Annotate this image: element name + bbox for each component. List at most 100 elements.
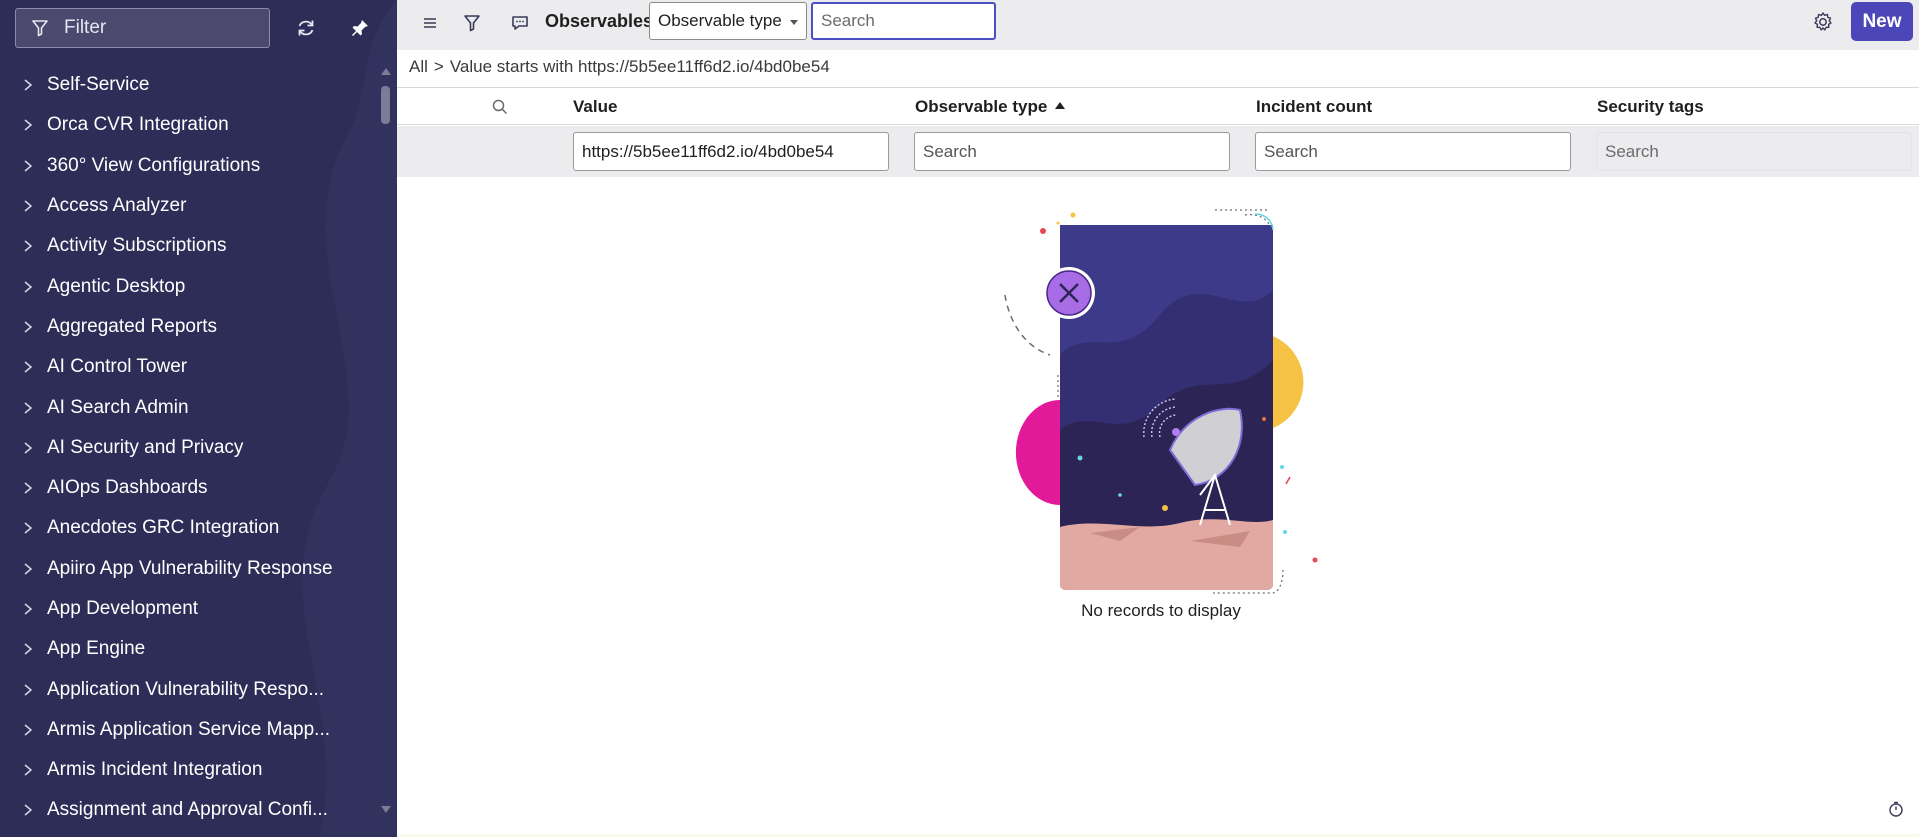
sidebar-scrollbar-thumb[interactable] [381, 86, 390, 124]
sidebar-item-ai-search-admin[interactable]: AI Search Admin [0, 387, 380, 427]
menu-button[interactable] [417, 10, 443, 36]
sidebar-item-label: AIOps Dashboards [47, 477, 208, 499]
chevron-right-icon [24, 724, 33, 736]
empty-state-message: No records to display [1081, 601, 1241, 620]
search-icon[interactable] [491, 98, 509, 116]
value-filter-input[interactable] [573, 132, 889, 171]
breadcrumb-condition-link[interactable]: Value starts with https://5b5ee11ff6d2.i… [450, 57, 830, 76]
sidebar-item-label: Aggregated Reports [47, 315, 218, 337]
chevron-right-icon [24, 240, 33, 252]
list-toolbar: Observables Observable type New [397, 0, 1919, 50]
sidebar-item-application-vulnerability-response[interactable]: Application Vulnerability Respo... [0, 669, 380, 709]
sidebar-item-ai-control-tower[interactable]: AI Control Tower [0, 347, 380, 387]
sidebar-item-label: 360° View Configurations [47, 154, 261, 176]
column-header-incident-count[interactable]: Incident count [1256, 97, 1372, 117]
list-search-input[interactable] [811, 2, 996, 40]
sidebar-item-aiops-dashboards[interactable]: AIOps Dashboards [0, 468, 380, 508]
funnel-icon [464, 15, 480, 32]
sidebar-item-label: Self-Service [47, 74, 150, 96]
sidebar-item-orca-cvr-integration[interactable]: Orca CVR Integration [0, 105, 380, 145]
chevron-right-icon [24, 79, 33, 91]
sidebar: Filter Self-Service Orca CVR Integration… [0, 0, 397, 837]
chevron-right-icon [24, 401, 33, 414]
timer-icon[interactable] [1887, 800, 1905, 818]
column-header-value[interactable]: Value [573, 97, 617, 117]
dashed-arc [1004, 294, 1051, 356]
sidebar-item-app-engine[interactable]: App Engine [0, 629, 380, 669]
column-header-label: Value [573, 97, 618, 116]
breadcrumb-separator: > [433, 57, 444, 76]
sidebar-item-anecdotes-grc-integration[interactable]: Anecdotes GRC Integration [0, 508, 380, 548]
pin-icon [352, 20, 368, 36]
sidebar-item-label: Apiiro App Vulnerability Response [47, 557, 333, 579]
sidebar-item-access-analyzer[interactable]: Access Analyzer [0, 186, 380, 226]
dish-antenna-tip [1172, 428, 1180, 436]
confetti-dot [1280, 465, 1284, 469]
sidebar-item-label: Assignment and Approval Confi... [47, 799, 328, 821]
search-field-select[interactable]: Observable type [649, 2, 807, 40]
chevron-right-icon [24, 321, 33, 333]
activity-stream-button[interactable] [507, 10, 533, 36]
column-header-label: Security tags [1597, 97, 1704, 116]
sidebar-item-self-service[interactable]: Self-Service [0, 65, 380, 105]
sidebar-item-apiiro-app-vulnerability-response[interactable]: Apiiro App Vulnerability Response [0, 549, 380, 589]
search-field-select-value: Observable type [658, 11, 782, 30]
yellow-shape [1268, 335, 1304, 430]
app-window: Filter Self-Service Orca CVR Integration… [0, 0, 1919, 837]
sidebar-item-agentic-desktop[interactable]: Agentic Desktop [0, 266, 380, 306]
chevron-right-icon [24, 563, 33, 575]
gear-icon[interactable] [1810, 9, 1836, 35]
confetti-dot [1040, 228, 1046, 234]
breadcrumb-root-link[interactable]: All [409, 57, 428, 76]
chevron-right-icon [24, 442, 33, 454]
magenta-shape [1015, 400, 1060, 505]
chevron-right-icon [24, 200, 33, 212]
sidebar-item-label: AI Security and Privacy [47, 436, 244, 458]
confetti-dot [1070, 212, 1076, 218]
sidebar-item-360-view-configurations[interactable]: 360° View Configurations [0, 146, 380, 186]
confetti-dot [1262, 417, 1266, 421]
star-dot [1077, 455, 1083, 461]
sidebar-item-label: App Engine [47, 638, 146, 660]
column-header-observable-type[interactable]: Observable type [915, 97, 1066, 117]
column-header-security-tags[interactable]: Security tags [1597, 97, 1704, 117]
sidebar-item-label: Anecdotes GRC Integration [47, 517, 280, 539]
filter-button[interactable] [459, 10, 485, 36]
sidebar-item-activity-subscriptions[interactable]: Activity Subscriptions [0, 226, 380, 266]
refresh-button[interactable] [292, 14, 320, 42]
sidebar-item-app-development[interactable]: App Development [0, 589, 380, 629]
breadcrumb: All > Value starts with https://5b5ee11ff6… [409, 56, 836, 78]
sidebar-filter-label: Filter [64, 17, 107, 38]
sidebar-item-ai-security-and-privacy[interactable]: AI Security and Privacy [0, 428, 380, 468]
star-dot [1118, 493, 1122, 497]
sidebar-nav-list: Self-Service Orca CVR Integration 360° V… [0, 65, 380, 831]
sidebar-filter-input[interactable]: Filter [15, 8, 270, 48]
sidebar-item-armis-incident-integration[interactable]: Armis Incident Integration [0, 750, 380, 790]
sort-ascending-icon [1055, 102, 1066, 109]
chevron-right-icon [24, 482, 33, 494]
security-tags-filter-input[interactable] [1596, 132, 1912, 171]
incident-count-filter-input[interactable] [1255, 132, 1571, 171]
confetti-dot [1283, 530, 1287, 534]
sidebar-item-label: App Development [47, 598, 199, 619]
sidebar-item-assignment-and-approval[interactable]: Assignment and Approval Confi... [0, 790, 380, 830]
dotted-line [1215, 209, 1271, 228]
chevron-right-icon [24, 643, 33, 655]
column-header-label: Observable type [915, 97, 1048, 116]
sidebar-item-armis-application-service-mapping[interactable]: Armis Application Service Mapp... [0, 710, 380, 750]
column-header-label: Incident count [1256, 97, 1373, 116]
sidebar-header: Filter [0, 0, 397, 56]
scroll-down-arrow[interactable] [381, 806, 391, 813]
scroll-up-arrow[interactable] [381, 68, 391, 75]
sidebar-item-label: AI Search Admin [47, 396, 189, 418]
pin-button[interactable] [346, 14, 374, 42]
sidebar-item-label: Orca CVR Integration [47, 114, 229, 136]
new-button[interactable]: New [1851, 2, 1913, 41]
refresh-icon [298, 20, 314, 36]
observable-type-filter-input[interactable] [914, 132, 1230, 171]
confetti-dot [1056, 221, 1060, 225]
ground [1060, 519, 1273, 590]
chevron-right-icon [24, 119, 33, 132]
sidebar-item-aggregated-reports[interactable]: Aggregated Reports [0, 307, 380, 347]
chevron-right-icon [24, 281, 33, 293]
